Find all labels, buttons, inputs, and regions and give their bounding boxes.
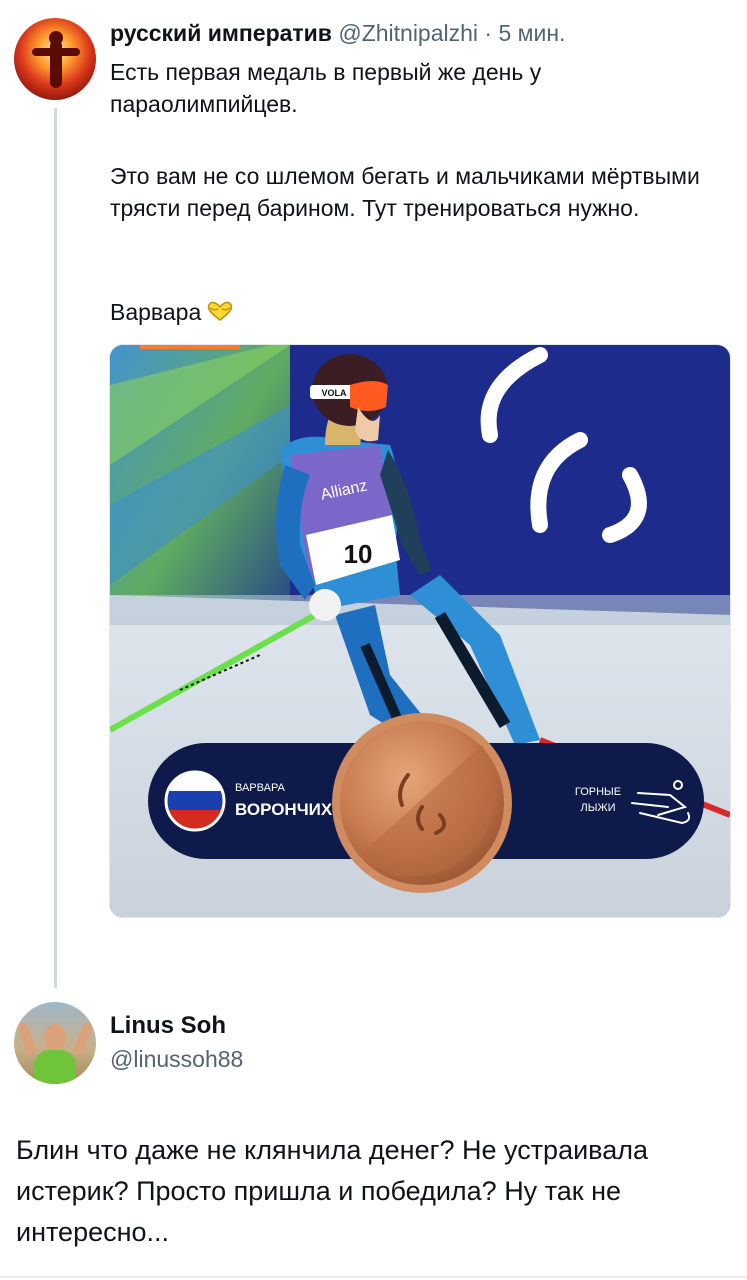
top-accent bbox=[140, 345, 240, 349]
tweet-text-paragraph: Есть первая медаль в первый же день у па… bbox=[110, 59, 542, 117]
author-name[interactable]: русский императив bbox=[110, 20, 332, 46]
glove bbox=[309, 589, 341, 621]
sport-line2: ЛЫЖИ bbox=[580, 802, 615, 814]
avatar-figure-body bbox=[50, 40, 62, 88]
avatar[interactable] bbox=[14, 18, 96, 100]
athlete-first-name: ВАРВАРА bbox=[235, 782, 286, 794]
header-separator: · bbox=[484, 20, 493, 46]
tweet-text: Блин что даже не клянчила денег? Не устр… bbox=[16, 1135, 648, 1247]
signature-text: Варвара bbox=[110, 299, 202, 325]
tweet-media-image[interactable]: 10 Allianz VOLA ВАРВАРА ВОРОНЧИХИНА ГОРН… bbox=[109, 344, 731, 918]
tweet-text-paragraph: Это вам не со шлемом бегать и мальчиками… bbox=[110, 163, 700, 221]
thread-line bbox=[54, 108, 57, 988]
author-name[interactable]: Linus Soh bbox=[110, 1012, 226, 1040]
divider bbox=[0, 1276, 747, 1278]
author-handle[interactable]: @Zhitnipalzhi bbox=[338, 20, 478, 46]
tweet-time[interactable]: 5 мин. bbox=[498, 20, 565, 46]
avatar[interactable] bbox=[14, 1002, 96, 1084]
goggles bbox=[350, 381, 388, 411]
avatar-arm bbox=[16, 1021, 38, 1057]
tweet-text-paragraph: Варвара bbox=[110, 296, 730, 330]
avatar-face bbox=[44, 1024, 66, 1050]
sport-line1: ГОРНЫЕ bbox=[575, 786, 621, 798]
russia-flag-icon bbox=[164, 770, 226, 832]
helmet-brand: VOLA bbox=[321, 388, 347, 398]
heart-hands-icon bbox=[205, 298, 235, 330]
avatar-shirt bbox=[34, 1050, 76, 1084]
avatar-arm bbox=[72, 1021, 94, 1057]
bronze-medal bbox=[332, 713, 512, 893]
tweet-header: русский императив @Zhitnipalzhi · 5 мин. bbox=[110, 20, 565, 47]
author-handle[interactable]: @linussoh88 bbox=[110, 1046, 243, 1073]
bib-number: 10 bbox=[344, 539, 373, 569]
